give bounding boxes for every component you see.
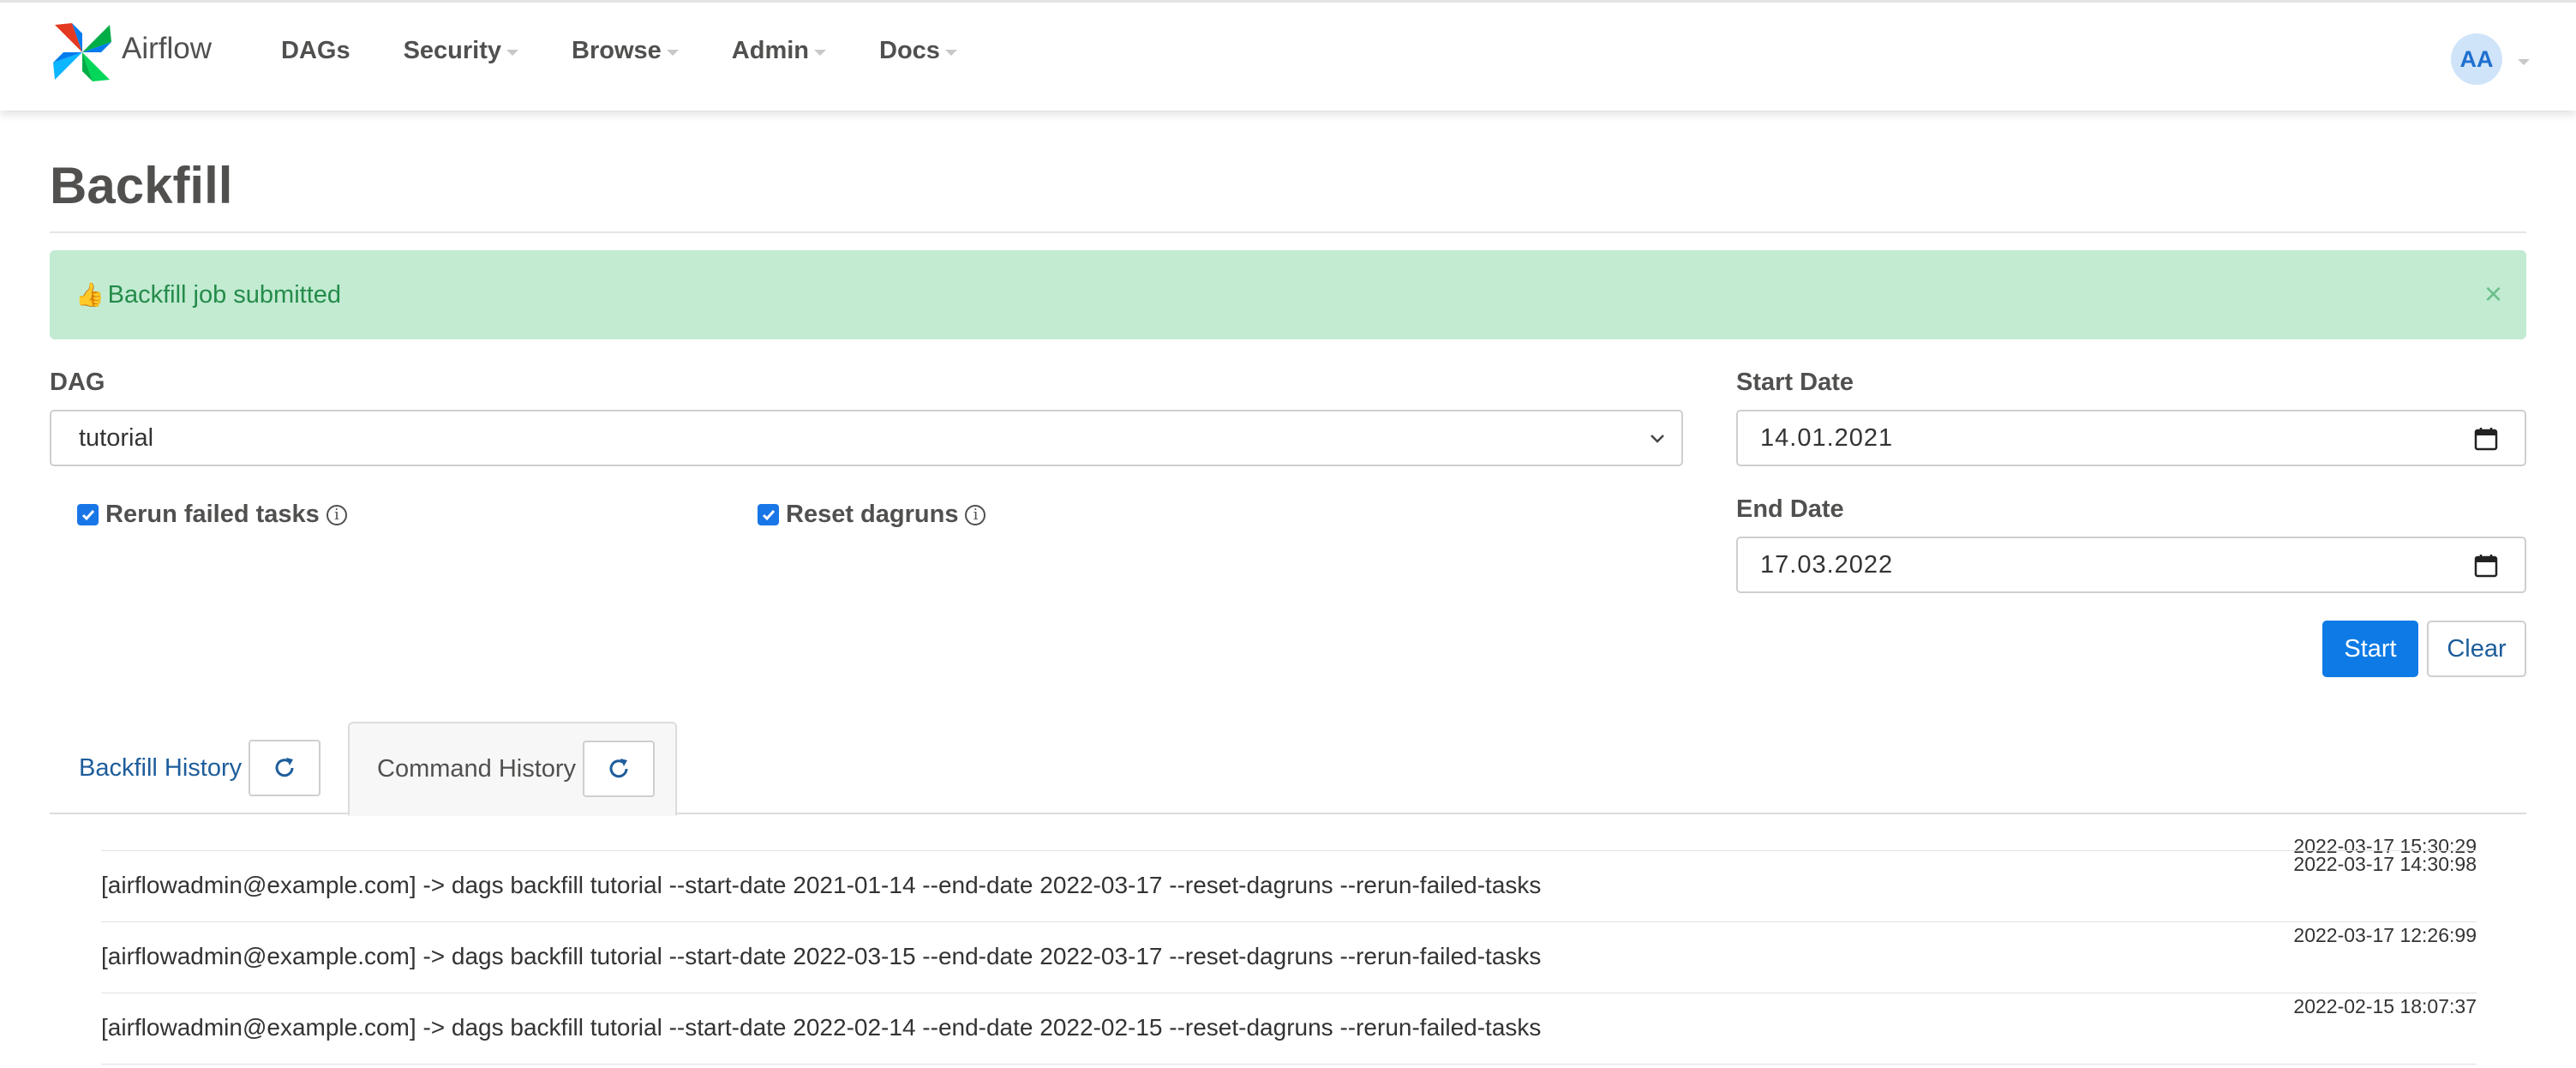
- alert-message: Backfill job submitted: [107, 280, 342, 309]
- rerun-failed-tasks-label[interactable]: Rerun failed tasks: [105, 501, 320, 529]
- chevron-down-icon[interactable]: [2518, 59, 2530, 65]
- history-timestamp: 2022-03-17 12:26:99: [2293, 924, 2477, 946]
- tab-command-history[interactable]: Command History: [348, 722, 677, 816]
- nav-dags-label: DAGs: [281, 37, 350, 64]
- end-date-input[interactable]: 17.03.2022: [1736, 537, 2526, 593]
- tab-command-history-label: Command History: [377, 754, 577, 783]
- history-row: [airflowadmin@example.com] -> dags backf…: [101, 850, 2477, 921]
- dag-select-value: tutorial: [79, 423, 154, 452]
- top-navbar: Airflow DAGs Security Browse Admin Docs …: [0, 0, 2576, 111]
- calendar-icon[interactable]: [2473, 426, 2499, 452]
- airflow-logo-icon: [53, 23, 111, 81]
- history-row: [airflowadmin@example.com] -> dags backf…: [101, 921, 2477, 993]
- start-date-label: Start Date: [1736, 369, 1854, 396]
- history-command: [airflowadmin@example.com] -> dags backf…: [101, 872, 1542, 898]
- checkmark-icon: [81, 509, 94, 520]
- tab-backfill-history-label: Backfill History: [79, 753, 243, 782]
- nav-docs-label: Docs: [879, 37, 940, 64]
- nav-browse[interactable]: Browse: [572, 37, 679, 65]
- refresh-icon: [609, 759, 628, 778]
- user-avatar[interactable]: AA: [2451, 33, 2502, 85]
- history-header-row: 2022-03-17 15:30:29: [101, 831, 2477, 857]
- tab-backfill-history[interactable]: Backfill History: [53, 722, 321, 814]
- nav-security-label: Security: [403, 37, 502, 64]
- end-date-label: End Date: [1736, 495, 1844, 523]
- calendar-icon[interactable]: [2473, 553, 2499, 579]
- chevron-down-icon: [666, 50, 679, 56]
- reset-dagruns-checkbox[interactable]: [758, 504, 779, 525]
- start-button[interactable]: Start: [2322, 621, 2418, 677]
- thumbs-up-icon: 👍: [75, 282, 105, 308]
- dag-label: DAG: [50, 369, 105, 396]
- history-command: [airflowadmin@example.com] -> dags backf…: [101, 943, 1542, 969]
- command-history-list: 2022-03-17 15:30:29 [airflowadmin@exampl…: [101, 831, 2477, 1065]
- nav-dags[interactable]: DAGs: [281, 37, 350, 65]
- chevron-down-icon: [814, 50, 827, 56]
- history-timestamp: 2022-02-15 18:07:37: [2293, 995, 2477, 1017]
- close-icon[interactable]: ×: [2484, 276, 2502, 312]
- history-row: [airflowadmin@example.com] -> dags backf…: [101, 993, 2477, 1065]
- main-nav: DAGs Security Browse Admin Docs: [281, 37, 1010, 65]
- info-icon[interactable]: i: [965, 504, 986, 525]
- rerun-failed-tasks-option: Rerun failed tasks i: [77, 501, 347, 529]
- info-icon[interactable]: i: [326, 504, 347, 525]
- title-divider: [50, 231, 2526, 233]
- nav-admin[interactable]: Admin: [731, 37, 827, 65]
- reset-dagruns-option: Reset dagruns i: [758, 501, 986, 529]
- refresh-icon: [275, 758, 294, 777]
- checkmark-icon: [762, 509, 775, 520]
- history-timestamp: 2022-03-17 14:30:98: [2293, 853, 2477, 875]
- page-title: Backfill: [50, 157, 233, 214]
- clear-button[interactable]: Clear: [2427, 621, 2526, 677]
- nav-docs[interactable]: Docs: [879, 37, 957, 65]
- end-date-value: 17.03.2022: [1760, 550, 1894, 579]
- chevron-down-icon: [506, 50, 519, 56]
- start-date-value: 14.01.2021: [1760, 423, 1894, 452]
- nav-admin-label: Admin: [731, 37, 810, 64]
- reset-dagruns-label[interactable]: Reset dagruns: [786, 501, 958, 529]
- start-date-input[interactable]: 14.01.2021: [1736, 410, 2526, 466]
- dag-select[interactable]: tutorial: [50, 410, 1683, 466]
- history-command: [airflowadmin@example.com] -> dags backf…: [101, 1014, 1542, 1041]
- brand-name: Airflow: [122, 32, 213, 65]
- refresh-backfill-history-button[interactable]: [249, 740, 321, 796]
- nav-browse-label: Browse: [572, 37, 662, 64]
- success-alert: 👍 Backfill job submitted ×: [50, 250, 2526, 339]
- brand-link[interactable]: Airflow: [50, 20, 212, 85]
- nav-security[interactable]: Security: [403, 37, 519, 65]
- chevron-down-icon: [1650, 435, 1664, 443]
- chevron-down-icon: [944, 50, 957, 56]
- refresh-command-history-button[interactable]: [583, 741, 656, 797]
- rerun-failed-tasks-checkbox[interactable]: [77, 504, 99, 525]
